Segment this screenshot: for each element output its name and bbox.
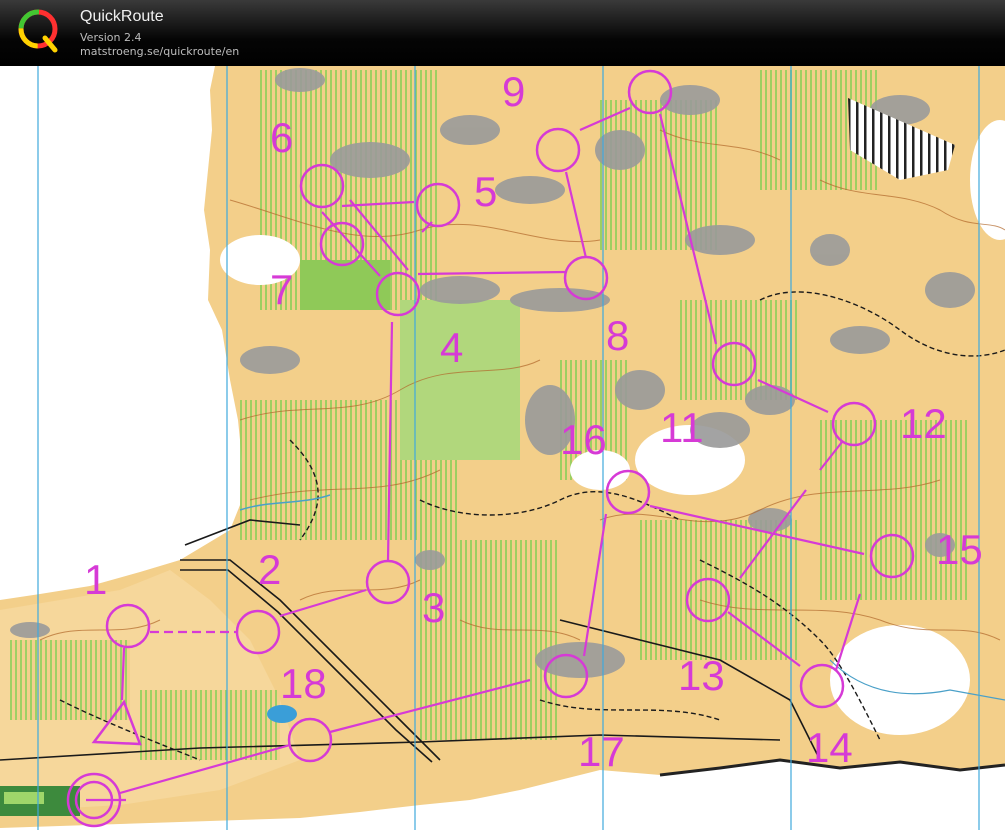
control-number-8: 8 xyxy=(606,312,629,359)
control-number-9: 9 xyxy=(502,68,525,115)
control-number-12: 12 xyxy=(900,400,947,447)
quickroute-logo-icon xyxy=(18,9,58,53)
control-number-3: 3 xyxy=(422,584,445,631)
control-number-15: 15 xyxy=(936,526,983,573)
control-number-4: 4 xyxy=(440,324,463,371)
control-number-7: 7 xyxy=(270,266,293,313)
control-number-6: 6 xyxy=(270,114,293,161)
control-number-18: 18 xyxy=(280,660,327,707)
app-version: Version 2.4 xyxy=(80,31,142,44)
control-number-17: 17 xyxy=(578,728,625,775)
control-number-11: 11 xyxy=(660,404,704,451)
control-number-13: 13 xyxy=(678,652,725,699)
orienteering-map[interactable]: 1 2 3 4 5 6 7 8 9 11 12 13 14 15 16 17 1… xyxy=(0,66,1005,830)
title-bar: QuickRoute Version 2.4 matstroeng.se/qui… xyxy=(0,0,1005,66)
control-number-5: 5 xyxy=(474,168,497,215)
control-number-2: 2 xyxy=(258,546,281,593)
control-number-14: 14 xyxy=(806,724,853,771)
lake xyxy=(267,705,297,723)
control-number-1: 1 xyxy=(84,556,107,603)
app-url[interactable]: matstroeng.se/quickroute/en xyxy=(80,45,239,58)
control-number-16: 16 xyxy=(560,416,607,463)
map-canvas[interactable]: 1 2 3 4 5 6 7 8 9 11 12 13 14 15 16 17 1… xyxy=(0,66,1005,830)
app-title: QuickRoute xyxy=(80,8,164,25)
